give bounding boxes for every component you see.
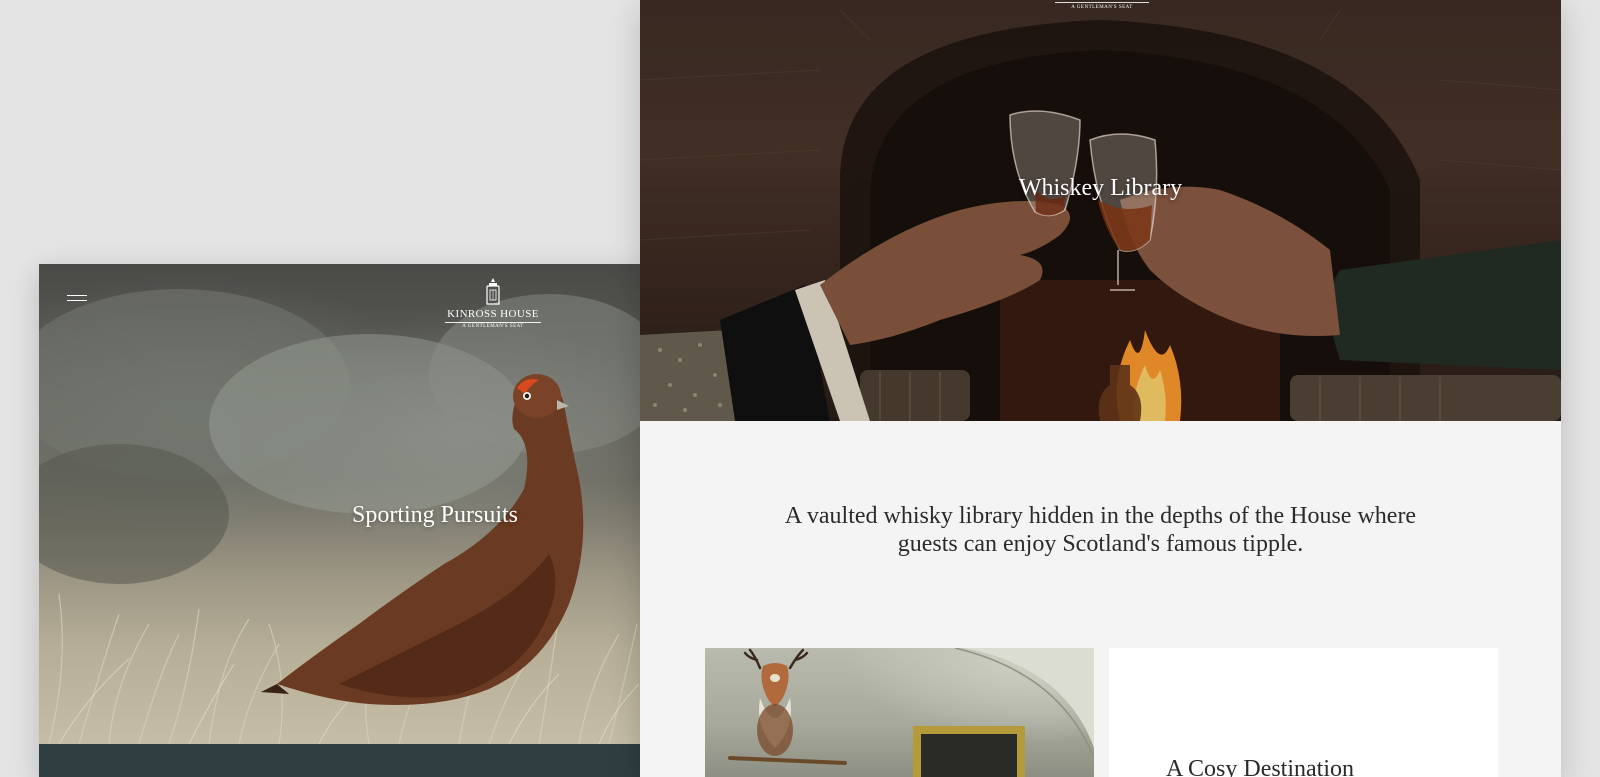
sporting-pursuits-card[interactable]: KINROSS HOUSE A GENTLEMAN'S SEAT Sportin… bbox=[39, 264, 640, 777]
whiskey-library-card[interactable]: A GENTLEMAN'S SEAT Whiskey Library A vau… bbox=[640, 0, 1561, 777]
hamburger-menu-icon[interactable] bbox=[67, 293, 87, 303]
stag-room-image bbox=[705, 648, 1094, 777]
stag-room-illustration bbox=[728, 648, 1094, 777]
footer-band bbox=[39, 744, 640, 777]
logo-tagline: A GENTLEMAN'S SEAT bbox=[1071, 5, 1133, 10]
whiskey-hero-image bbox=[640, 0, 1561, 421]
whiskey-library-intro: A vaulted whisky library hidden in the d… bbox=[784, 503, 1417, 557]
whiskey-library-title: Whiskey Library bbox=[1018, 175, 1183, 201]
menu-line bbox=[67, 300, 87, 301]
kinross-house-crest-icon bbox=[486, 278, 500, 305]
menu-line bbox=[67, 295, 87, 296]
cosy-destination-panel: A Cosy Destination bbox=[1109, 648, 1498, 777]
kinross-house-logo[interactable]: KINROSS HOUSE A GENTLEMAN'S SEAT bbox=[445, 276, 541, 329]
cosy-destination-heading: A Cosy Destination bbox=[1166, 756, 1355, 777]
logo-rule bbox=[1055, 2, 1149, 3]
top-logo-fragment[interactable]: A GENTLEMAN'S SEAT bbox=[1054, 0, 1150, 10]
logo-tagline: A GENTLEMAN'S SEAT bbox=[462, 324, 524, 329]
sporting-pursuits-title: Sporting Pursuits bbox=[351, 502, 519, 528]
logo-name: KINROSS HOUSE bbox=[445, 308, 541, 323]
whiskey-toast-illustration bbox=[640, 0, 1561, 421]
